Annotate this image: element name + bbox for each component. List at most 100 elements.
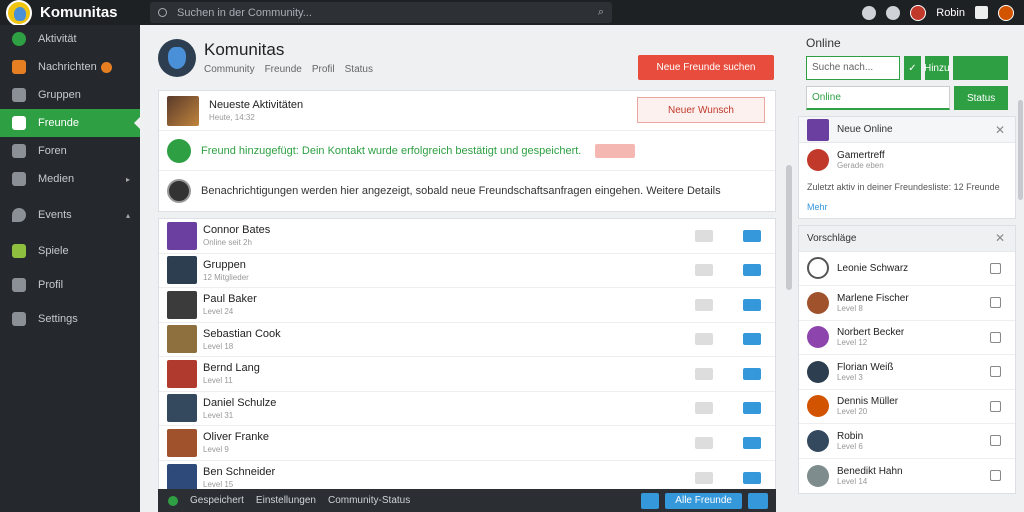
primary-button[interactable] xyxy=(743,264,761,277)
checkbox[interactable] xyxy=(990,262,1001,274)
secondary-button[interactable] xyxy=(695,402,713,415)
primary-button[interactable] xyxy=(743,436,761,449)
list-item[interactable]: Connor Bates Online seit 2h xyxy=(159,219,775,254)
chevron-right-icon: ▸ xyxy=(125,174,130,184)
avatar xyxy=(807,291,829,314)
status-button[interactable]: Status xyxy=(954,86,1008,110)
sidebar-item-events[interactable]: Events ▴ xyxy=(0,201,140,229)
sidebar-item-settings[interactable]: Settings xyxy=(0,305,140,333)
message-icon[interactable] xyxy=(886,5,901,20)
online-title: Online xyxy=(806,36,841,50)
list-item[interactable]: Bernd Lang Level 11 xyxy=(159,357,775,392)
search-input[interactable]: Suchen in der Community... ⌕ xyxy=(150,2,612,23)
breadcrumb-profile[interactable]: Profil xyxy=(312,64,335,75)
sidebar-item-media[interactable]: Medien ▸ xyxy=(0,165,140,193)
sidebar-item-games[interactable]: Spiele xyxy=(0,237,140,265)
sidebar-item-activity[interactable]: Aktivität xyxy=(0,25,140,53)
primary-button[interactable] xyxy=(743,367,761,380)
primary-button[interactable] xyxy=(743,402,761,415)
breadcrumb-community[interactable]: Community xyxy=(204,64,255,75)
filter-icon[interactable]: ⌕ xyxy=(598,6,604,19)
bottom-icon-button[interactable] xyxy=(641,493,660,509)
app-logo-icon xyxy=(6,0,32,26)
primary-button[interactable] xyxy=(743,333,761,346)
suggestion-row[interactable]: Norbert Becker Level 12 xyxy=(799,321,1015,355)
friends-list: Connor Bates Online seit 2h Gruppen 12 Mit… xyxy=(158,218,776,496)
secondary-button[interactable] xyxy=(695,229,713,242)
friend-thumbnail xyxy=(167,428,197,457)
add-button[interactable]: Hinzu xyxy=(924,56,950,80)
right-scrollbar[interactable] xyxy=(1018,100,1023,200)
profile-avatar[interactable] xyxy=(998,4,1014,21)
home-icon[interactable] xyxy=(990,366,1001,378)
new-online-card: Neue Online ✕ Gamertreff Gerade eben Zulet… xyxy=(798,116,1016,219)
suggestion-row[interactable]: Florian Weiß Level 3 xyxy=(799,355,1015,390)
online-filter[interactable]: Online xyxy=(806,86,951,110)
friend-thumbnail xyxy=(167,290,197,319)
online-button[interactable] xyxy=(952,56,1008,80)
breadcrumb-friends[interactable]: Freunde xyxy=(265,64,302,75)
checkbox[interactable] xyxy=(990,400,1001,412)
game-icon xyxy=(12,244,26,258)
secondary-button[interactable] xyxy=(695,367,713,380)
app-logo[interactable]: Komunitas xyxy=(0,0,140,26)
breadcrumb-status[interactable]: Status xyxy=(345,64,373,75)
list-item[interactable]: Paul Baker Level 24 xyxy=(159,288,775,323)
secondary-button[interactable] xyxy=(695,298,713,311)
secondary-button[interactable] xyxy=(695,436,713,449)
suggestion-row[interactable]: Dennis Müller Level 20 xyxy=(799,390,1015,424)
all-friends-button[interactable]: Alle Freunde xyxy=(665,493,742,509)
dismiss-button[interactable] xyxy=(595,143,636,158)
friend-thumbnail xyxy=(167,463,197,492)
friend-thumbnail xyxy=(167,325,197,354)
primary-button[interactable] xyxy=(743,229,761,242)
home-icon[interactable] xyxy=(990,297,1001,309)
search-placeholder: Suchen in der Community... xyxy=(177,6,312,19)
suggestion-row[interactable]: Marlene Fischer Level 8 xyxy=(799,286,1015,321)
note-row: Benachrichtigungen werden hier angezeigt… xyxy=(159,171,775,211)
note-text: Benachrichtigungen werden hier angezeigt… xyxy=(201,185,721,197)
friend-thumbnail xyxy=(167,394,197,423)
friend-search-field[interactable]: Suche nach... xyxy=(806,56,901,80)
app-title: Komunitas xyxy=(40,4,118,21)
bottom-settings[interactable]: Einstellungen xyxy=(256,495,316,506)
check-icon xyxy=(167,138,191,163)
checkbox[interactable] xyxy=(990,331,1001,343)
secondary-button[interactable] xyxy=(695,264,713,277)
notification-icon[interactable] xyxy=(862,5,877,20)
list-item[interactable]: Sebastian Cook Level 18 xyxy=(159,323,775,357)
wish-button[interactable]: Neuer Wunsch xyxy=(637,97,765,123)
user-name[interactable]: Robin xyxy=(936,7,965,19)
avatar[interactable] xyxy=(910,4,927,21)
status-text: Freund hinzugefügt: Dein Kontakt wurde e… xyxy=(201,144,582,157)
confirm-button[interactable]: ✓ xyxy=(904,56,921,80)
home-icon[interactable] xyxy=(990,435,1001,447)
list-item[interactable]: Gruppen 12 Mitglieder xyxy=(159,254,775,288)
secondary-button[interactable] xyxy=(695,471,713,484)
suggestion-row[interactable]: Robin Level 6 xyxy=(799,424,1015,459)
find-friends-button[interactable]: Neue Freunde suchen xyxy=(638,55,774,80)
avatar xyxy=(807,326,829,349)
sidebar-item-messages[interactable]: Nachrichten xyxy=(0,53,140,81)
sidebar-item-forums[interactable]: Foren xyxy=(0,137,140,165)
close-icon[interactable]: ✕ xyxy=(995,123,1005,137)
list-item[interactable]: Daniel Schulze Level 31 xyxy=(159,392,775,426)
suggestion-row[interactable]: Benedikt Hahn Level 14 xyxy=(799,459,1015,494)
primary-button[interactable] xyxy=(743,298,761,311)
sidebar-item-groups[interactable]: Gruppen xyxy=(0,81,140,109)
home-icon[interactable] xyxy=(990,470,1001,482)
suggestion-row[interactable]: Leonie Schwarz xyxy=(799,252,1015,286)
sidebar-item-friends[interactable]: Freunde xyxy=(0,109,141,137)
activity-thumbnail xyxy=(167,95,199,126)
primary-button[interactable] xyxy=(743,471,761,484)
list-item[interactable]: Oliver Franke Level 9 xyxy=(159,426,775,461)
bottom-more-button[interactable] xyxy=(748,493,768,509)
activity-icon xyxy=(12,32,26,46)
secondary-button[interactable] xyxy=(695,333,713,346)
main-scrollbar[interactable] xyxy=(786,165,792,290)
close-icon[interactable]: ✕ xyxy=(995,231,1005,245)
menu-icon[interactable] xyxy=(975,6,988,19)
sidebar-item-profile[interactable]: Profil xyxy=(0,271,140,299)
friend-thumbnail xyxy=(167,256,197,285)
more-link[interactable]: Mehr xyxy=(799,196,1015,218)
